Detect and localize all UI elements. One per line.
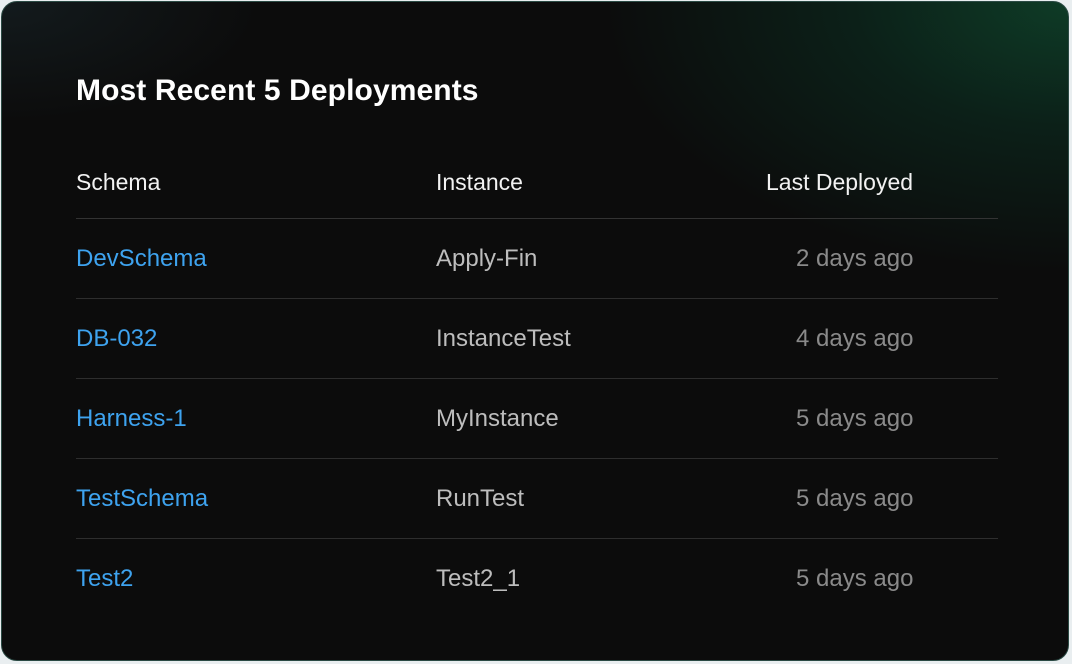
deployments-table: Schema Instance Last Deployed DevSchema … (76, 142, 998, 619)
instance-name: MyInstance (436, 405, 559, 432)
schema-link[interactable]: TestSchema (76, 459, 208, 539)
table-row: Harness-1 MyInstance 5 days ago (76, 379, 998, 459)
column-header-schema: Schema (76, 169, 161, 195)
instance-name: InstanceTest (436, 325, 571, 352)
last-deployed-time: 5 days ago (796, 565, 914, 592)
schema-link[interactable]: Test2 (76, 539, 133, 619)
table-row: DB-032 InstanceTest 4 days ago (76, 299, 998, 379)
instance-name: Apply-Fin (436, 245, 538, 272)
schema-link[interactable]: DevSchema (76, 219, 207, 299)
last-deployed-time: 2 days ago (796, 245, 914, 272)
column-header-instance: Instance (436, 169, 523, 195)
table-row: DevSchema Apply-Fin 2 days ago (76, 219, 998, 299)
last-deployed-time: 5 days ago (796, 485, 914, 512)
schema-link[interactable]: Harness-1 (76, 379, 187, 459)
column-header-last-deployed: Last Deployed (766, 169, 914, 195)
table-row: TestSchema RunTest 5 days ago (76, 459, 998, 539)
last-deployed-time: 5 days ago (796, 405, 914, 432)
table-header-row: Schema Instance Last Deployed (76, 142, 998, 219)
table-row: Test2 Test2_1 5 days ago (76, 539, 998, 619)
schema-link[interactable]: DB-032 (76, 299, 157, 379)
card-title: Most Recent 5 Deployments (76, 74, 479, 107)
recent-deployments-card: Most Recent 5 Deployments Schema Instanc… (1, 1, 1069, 661)
last-deployed-time: 4 days ago (796, 325, 914, 352)
instance-name: Test2_1 (436, 565, 521, 592)
instance-name: RunTest (436, 485, 525, 512)
